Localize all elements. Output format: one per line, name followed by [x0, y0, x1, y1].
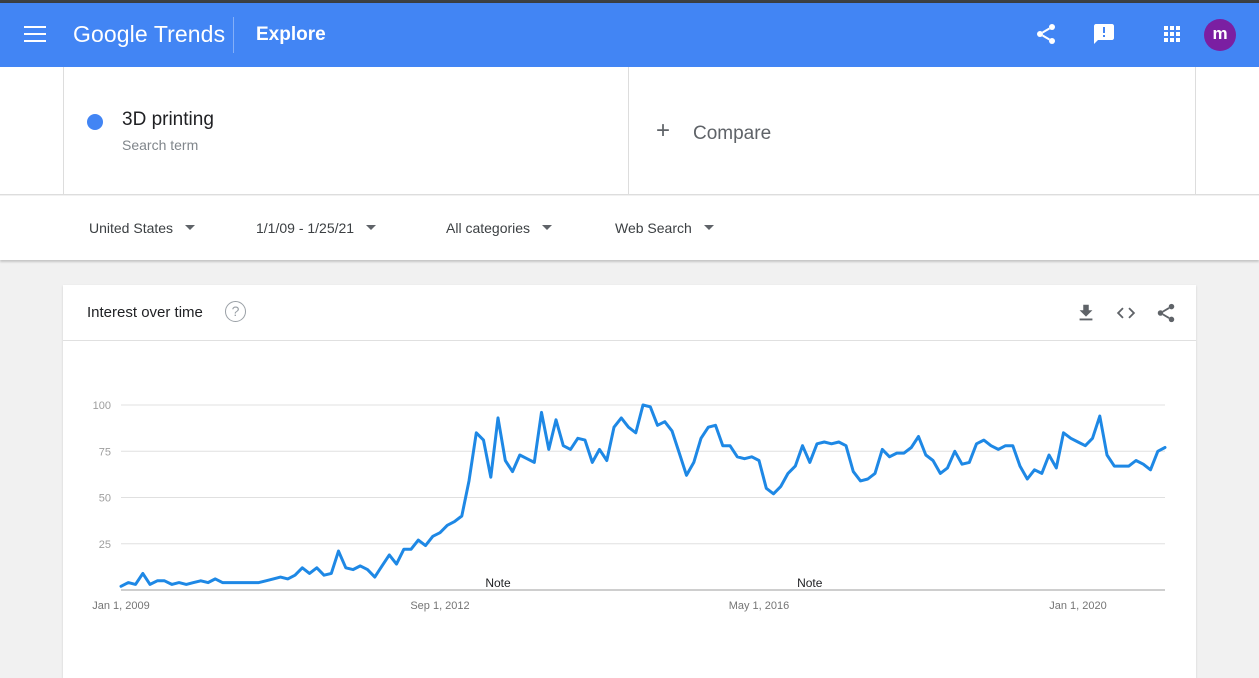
caret-down-icon [185, 224, 196, 230]
caret-down-icon [366, 224, 377, 230]
search-term-text[interactable]: 3D printing [122, 109, 214, 131]
series-line-3d-printing[interactable] [119, 403, 1167, 588]
date-range-label: 1/1/09 - 1/25/21 [256, 220, 355, 236]
chart-series[interactable] [119, 403, 1167, 588]
share-icon[interactable] [1034, 22, 1058, 46]
menu-icon[interactable] [24, 26, 46, 44]
compare-card[interactable]: + Compare [629, 67, 1196, 195]
y-axis-ticks: 25 50 75 100 [93, 400, 111, 551]
search-property-label: Web Search [615, 220, 692, 236]
region-filter[interactable]: United States [89, 220, 196, 236]
caret-down-icon [542, 224, 553, 230]
logo-divider [233, 17, 234, 53]
interest-line-chart: 25 50 75 100 Jan 1, 2009 Sep 1, 2012 May 1, 2… [92, 400, 1167, 612]
region-filter-label: United States [89, 220, 174, 236]
account-avatar[interactable]: m [1204, 19, 1236, 51]
x-tick-label: Jan 1, 2009 [92, 600, 150, 612]
date-range-filter[interactable]: 1/1/09 - 1/25/21 [256, 220, 377, 236]
google-trends-logo[interactable]: Google Trends [73, 21, 225, 48]
search-property-filter[interactable]: Web Search [615, 220, 714, 236]
y-tick-label: 25 [99, 539, 111, 551]
filter-bar: United States 1/1/09 - 1/25/21 All categ… [0, 196, 1259, 260]
apps-grid-icon[interactable] [1160, 22, 1184, 46]
x-tick-label: Jan 1, 2020 [1049, 600, 1107, 612]
note-annotation[interactable]: Note [485, 576, 511, 590]
chart-gridlines [121, 404, 1165, 591]
compare-label: Compare [693, 123, 772, 144]
series-color-dot [87, 114, 103, 130]
x-tick-label: May 1, 2016 [729, 600, 790, 612]
category-filter[interactable]: All categories [446, 220, 553, 236]
caret-down-icon [703, 224, 714, 230]
x-tick-label: Sep 1, 2012 [410, 600, 469, 612]
y-tick-label: 100 [93, 400, 111, 412]
x-axis-ticks: Jan 1, 2009 Sep 1, 2012 May 1, 2016 Jan 1, … [92, 600, 1107, 612]
app-bar: Google Trends Explore m [0, 3, 1259, 67]
note-annotation[interactable]: Note [797, 576, 823, 590]
y-tick-label: 75 [99, 446, 111, 458]
search-terms-band: 3D printing Search term + Compare [0, 67, 1259, 195]
interest-over-time-card: Interest over time ? 25 50 75 100 Jan 1, 20… [63, 285, 1196, 678]
page-title: Explore [256, 24, 326, 45]
chart-annotations: Note Note [485, 576, 822, 590]
y-tick-label: 50 [99, 493, 111, 505]
feedback-icon[interactable] [1092, 22, 1116, 46]
category-filter-label: All categories [446, 220, 531, 236]
search-term-type: Search term [122, 137, 199, 153]
search-term-card[interactable]: 3D printing Search term [63, 67, 629, 195]
plus-icon: + [656, 117, 671, 144]
